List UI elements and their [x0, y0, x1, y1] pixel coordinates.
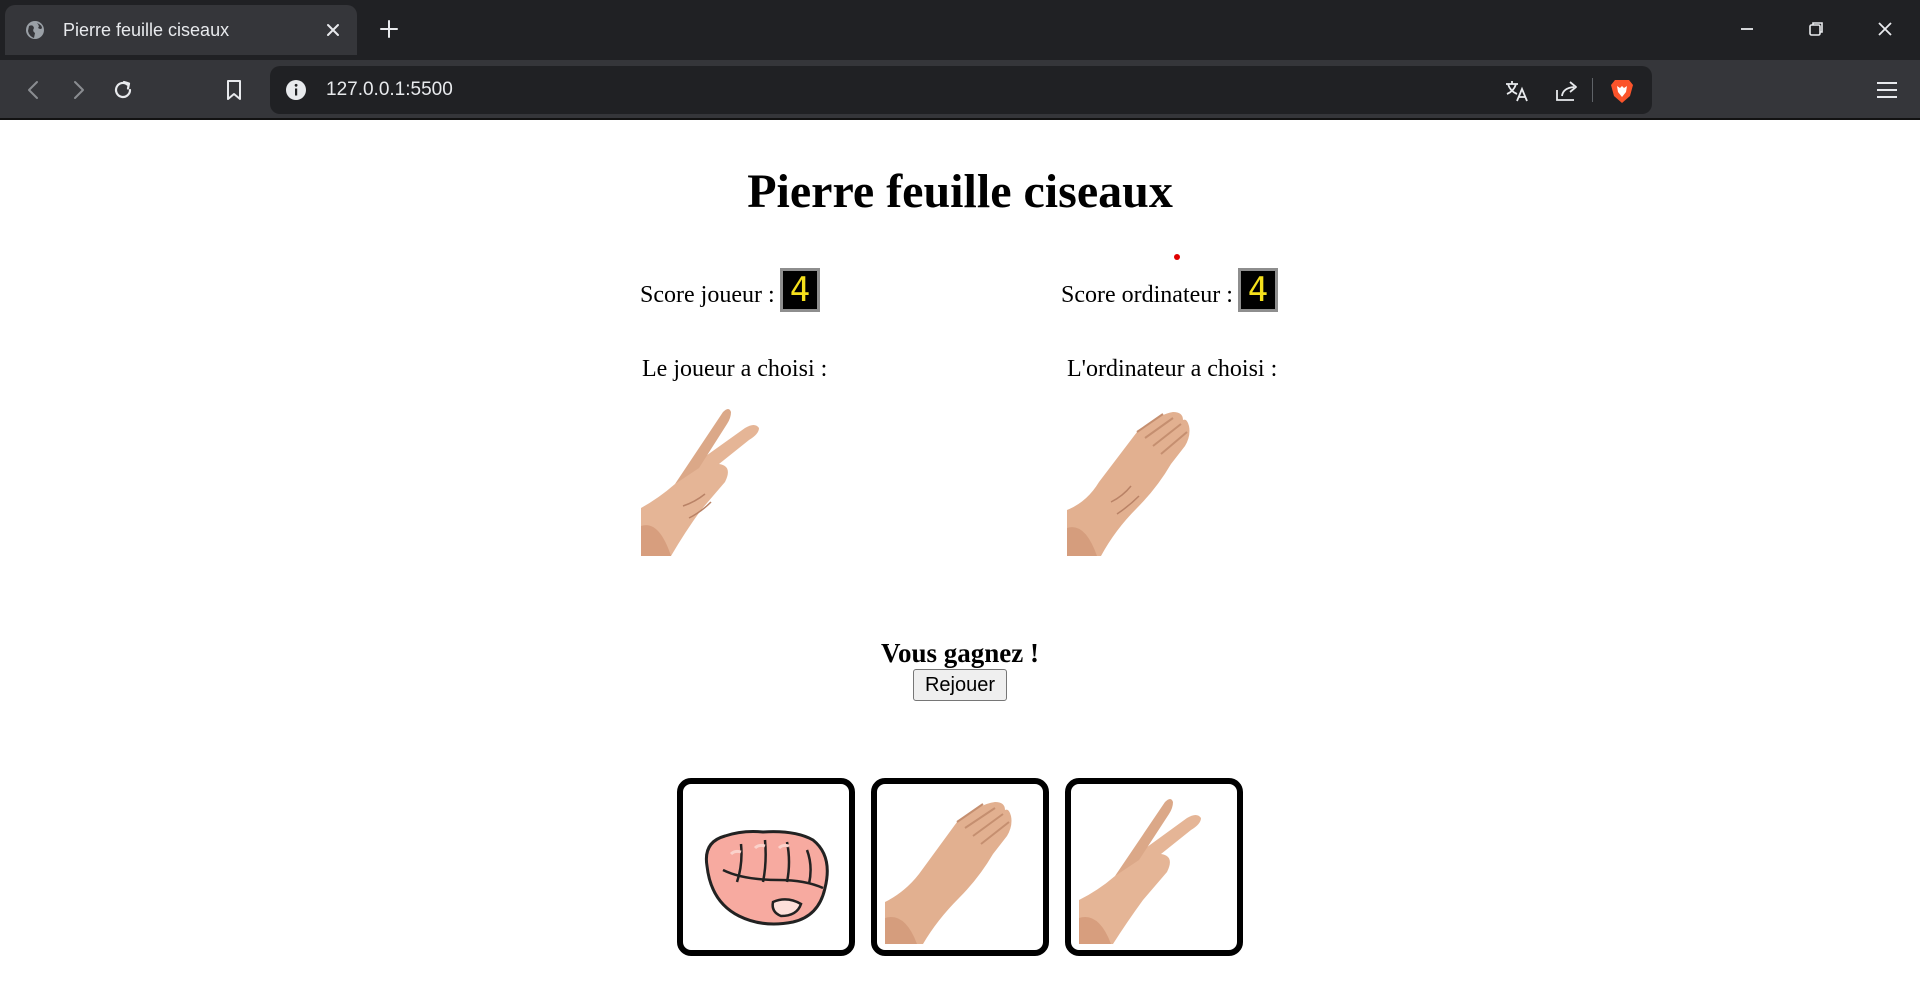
translate-icon[interactable]: [1503, 77, 1531, 105]
url-text[interactable]: 127.0.0.1:5500: [326, 66, 453, 114]
red-dot-marker: [1174, 254, 1180, 260]
paper-hand-icon: [885, 802, 1012, 944]
reload-icon[interactable]: [110, 77, 136, 103]
browser-toolbar: 127.0.0.1:5500: [0, 60, 1920, 120]
computer-choice-paper-image: [1067, 412, 1190, 556]
brave-shields-icon[interactable]: [1608, 77, 1636, 105]
forward-icon[interactable]: [65, 77, 91, 103]
tab-title: Pierre feuille ciseaux: [63, 20, 230, 40]
computer-score-value: 4: [1247, 270, 1269, 310]
site-info-icon[interactable]: [284, 78, 308, 102]
choice-rock-button[interactable]: [677, 778, 855, 956]
player-choice-scissors-image: [641, 409, 759, 556]
restore-icon[interactable]: [1802, 15, 1830, 43]
globe-icon: [26, 21, 44, 39]
tab-bar: Pierre feuille ciseaux: [0, 0, 1920, 60]
share-icon[interactable]: [1553, 77, 1581, 105]
rock-fist-icon: [704, 830, 829, 926]
computer-score-label: Score ordinateur :: [1061, 282, 1233, 308]
new-tab-icon[interactable]: [377, 17, 401, 41]
replay-button[interactable]: Rejouer: [913, 669, 1007, 701]
result-message: Vous gagnez !: [880, 638, 1040, 668]
player-score-value: 4: [789, 270, 811, 310]
scissors-hand-icon: [1079, 799, 1201, 944]
computer-choice-label: L'ordinateur a choisi :: [1067, 356, 1278, 382]
computer-score-display: 4: [1238, 268, 1278, 312]
player-score-display: 4: [780, 268, 820, 312]
toolbar-separator: [1592, 78, 1593, 102]
close-window-icon[interactable]: [1871, 15, 1899, 43]
choice-scissors-button[interactable]: [1065, 778, 1243, 956]
choice-paper-button[interactable]: [871, 778, 1049, 956]
player-score-label: Score joueur :: [640, 282, 775, 308]
page-title: Pierre feuille ciseaux: [747, 165, 1173, 218]
menu-icon[interactable]: [1874, 77, 1900, 103]
browser-tab[interactable]: Pierre feuille ciseaux: [5, 5, 357, 55]
back-icon[interactable]: [21, 77, 47, 103]
player-choice-label: Le joueur a choisi :: [642, 356, 828, 382]
bookmark-icon[interactable]: [221, 77, 247, 103]
address-bar[interactable]: 127.0.0.1:5500: [270, 66, 1652, 114]
minimize-icon[interactable]: [1733, 15, 1761, 43]
close-tab-icon[interactable]: [323, 20, 343, 40]
